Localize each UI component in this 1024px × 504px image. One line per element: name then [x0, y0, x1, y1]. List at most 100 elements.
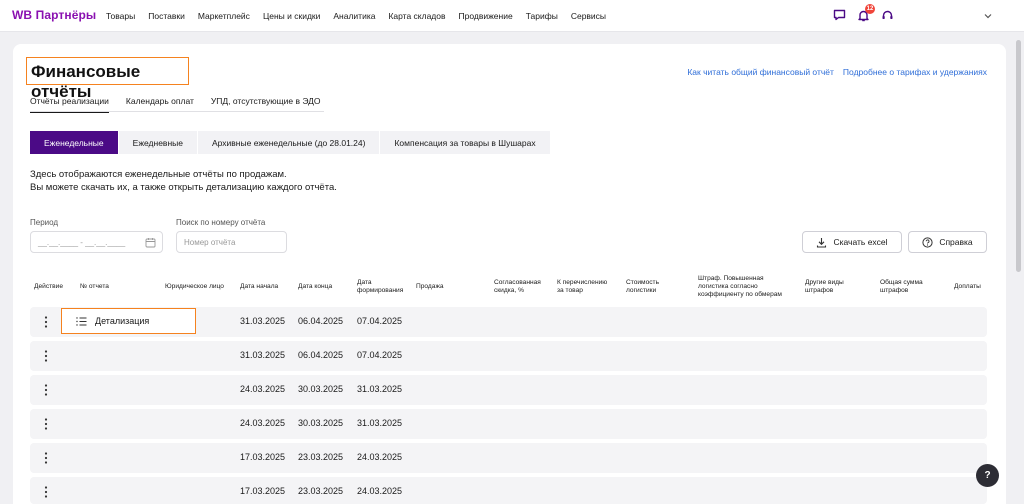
cell-formed-date: 07.04.2025	[357, 316, 403, 326]
scrollbar[interactable]	[1016, 40, 1021, 272]
kebab-menu-icon[interactable]	[44, 418, 48, 430]
help-links: Как читать общий финансовый отчёт Подроб…	[687, 67, 987, 77]
th-other-fines: Другие виды штрафов	[805, 279, 844, 295]
main-nav: Товары Поставки Маркетплейс Цены и скидк…	[106, 11, 619, 21]
table-row: 17.03.2025 23.03.2025 24.03.2025	[30, 443, 987, 473]
report-type-segments: Еженедельные Ежедневные Архивные еженеде…	[30, 131, 551, 154]
calendar-icon[interactable]	[145, 237, 156, 248]
cell-start-date: 17.03.2025	[240, 486, 286, 496]
table-row: 31.03.2025 06.04.2025 07.04.2025	[30, 341, 987, 371]
table-header: Действие № отчета Юридическое лицо Дата …	[30, 275, 987, 299]
cell-end-date: 30.03.2025	[298, 418, 344, 428]
details-button[interactable]: Детализация	[61, 308, 196, 334]
header-icons: 12	[832, 4, 894, 22]
kebab-menu-icon[interactable]	[44, 486, 48, 498]
cell-formed-date: 24.03.2025	[357, 452, 403, 462]
description-line: Здесь отображаются еженедельные отчёты п…	[30, 169, 287, 180]
cell-start-date: 24.03.2025	[240, 384, 286, 394]
th-line: Стоимость	[626, 279, 660, 286]
download-excel-label: Скачать excel	[833, 237, 888, 247]
th-line: скидка, %	[494, 287, 524, 294]
cell-start-date: 17.03.2025	[240, 452, 286, 462]
th-line: формирования	[357, 287, 404, 294]
search-label: Поиск по номеру отчёта	[176, 218, 266, 227]
cell-formed-date: 31.03.2025	[357, 418, 403, 428]
nav-item-services[interactable]: Сервисы	[571, 11, 606, 21]
kebab-menu-icon[interactable]	[44, 452, 48, 464]
report-number-input[interactable]: Номер отчёта	[176, 231, 287, 253]
th-transfer: К перечислению за товар	[557, 279, 607, 295]
list-icon	[76, 316, 87, 326]
period-label: Период	[30, 218, 59, 227]
cell-end-date: 30.03.2025	[298, 384, 344, 394]
th-end-date: Дата конца	[298, 283, 333, 290]
search-placeholder: Номер отчёта	[184, 237, 236, 247]
th-extra-payments: Доплаты	[954, 283, 981, 290]
cell-formed-date: 24.03.2025	[357, 486, 403, 496]
nav-item-analytics[interactable]: Аналитика	[333, 11, 375, 21]
th-line: логистики	[626, 287, 657, 294]
segment-weekly[interactable]: Еженедельные	[30, 131, 119, 154]
th-discount: Согласованная скидка, %	[494, 279, 541, 295]
nav-item-products[interactable]: Товары	[106, 11, 135, 21]
cell-formed-date: 31.03.2025	[357, 384, 403, 394]
table-row: 17.03.2025 23.03.2025 24.03.2025	[30, 477, 987, 504]
th-line: Общая сумма	[880, 279, 923, 286]
th-line: за товар	[557, 287, 583, 294]
cell-start-date: 31.03.2025	[240, 316, 286, 326]
segment-archive-weekly[interactable]: Архивные еженедельные (до 28.01.24)	[197, 131, 381, 154]
th-action: Действие	[34, 283, 63, 290]
nav-item-warehouse-map[interactable]: Карта складов	[388, 11, 445, 21]
table-row: 24.03.2025 30.03.2025 31.03.2025	[30, 375, 987, 405]
th-fine-logistics: Штраф. Повышенная логистика согласно коэ…	[698, 275, 782, 299]
nav-item-prices[interactable]: Цены и скидки	[263, 11, 320, 21]
kebab-menu-icon[interactable]	[44, 350, 48, 362]
subtabs-divider	[30, 111, 324, 112]
cell-formed-date: 07.04.2025	[357, 350, 403, 360]
tariffs-info-link[interactable]: Подробнее о тарифах и удержаниях	[843, 67, 987, 77]
kebab-menu-icon[interactable]	[44, 316, 48, 328]
details-label: Детализация	[95, 316, 150, 326]
support-headset-icon[interactable]	[880, 8, 894, 22]
th-line: Другие виды	[805, 279, 844, 286]
th-formed-date: Дата формирования	[357, 279, 403, 295]
cell-end-date: 23.03.2025	[298, 486, 344, 496]
help-button-label: Справка	[939, 237, 973, 247]
download-icon	[817, 237, 827, 248]
period-placeholder: __.__.____ - __.__.____	[38, 237, 126, 247]
logo[interactable]: WB Партнёры	[12, 8, 96, 22]
help-fab-button[interactable]: ?	[976, 464, 999, 487]
kebab-menu-icon[interactable]	[44, 384, 48, 396]
bell-icon[interactable]: 12	[856, 4, 875, 22]
cell-start-date: 31.03.2025	[240, 350, 286, 360]
period-field[interactable]: __.__.____ - __.__.____	[30, 231, 163, 253]
cell-end-date: 23.03.2025	[298, 452, 344, 462]
th-line: Согласованная	[494, 279, 541, 286]
how-to-read-report-link[interactable]: Как читать общий финансовый отчёт	[687, 67, 834, 77]
segment-daily[interactable]: Ежедневные	[118, 131, 198, 154]
cell-start-date: 24.03.2025	[240, 418, 286, 428]
th-report-number: № отчета	[80, 283, 109, 290]
th-line: штрафов	[805, 287, 834, 294]
page-description: Здесь отображаются еженедельные отчёты п…	[30, 168, 337, 194]
nav-item-marketplace[interactable]: Маркетплейс	[198, 11, 250, 21]
th-start-date: Дата начала	[240, 283, 279, 290]
question-circle-icon	[922, 236, 933, 248]
th-total-fines: Общая сумма штрафов	[880, 279, 923, 295]
download-excel-button[interactable]: Скачать excel	[802, 231, 902, 253]
nav-item-supplies[interactable]: Поставки	[148, 11, 185, 21]
segment-shushary-compensation[interactable]: Компенсация за товары в Шушарах	[380, 131, 551, 154]
nav-item-promotion[interactable]: Продвижение	[459, 11, 513, 21]
top-navigation: WB Партнёры Товары Поставки Маркетплейс …	[0, 0, 1024, 32]
th-legal-entity: Юридическое лицо	[165, 283, 224, 290]
cell-end-date: 06.04.2025	[298, 316, 344, 326]
help-button[interactable]: Справка	[908, 231, 987, 253]
nav-item-tariffs[interactable]: Тарифы	[526, 11, 558, 21]
chevron-down-icon[interactable]	[982, 10, 994, 22]
th-line: Дата	[357, 279, 372, 286]
th-line: штрафов	[880, 287, 909, 294]
th-sale: Продажа	[416, 283, 444, 290]
chat-icon[interactable]	[832, 8, 846, 22]
description-line: Вы можете скачать их, а также открыть де…	[30, 182, 337, 193]
table-row: 24.03.2025 30.03.2025 31.03.2025	[30, 409, 987, 439]
